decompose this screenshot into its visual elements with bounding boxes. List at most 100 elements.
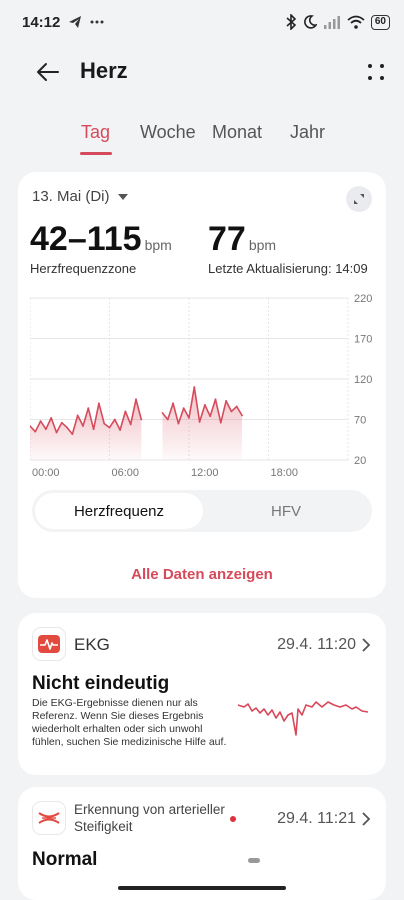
y-tick-label: 170 [354, 334, 372, 346]
data-point [166, 418, 169, 421]
moon-icon [303, 15, 317, 29]
arterial-app-icon [32, 801, 66, 835]
data-point [193, 386, 196, 388]
heart-rate-range: 42–115 bpm [30, 220, 172, 259]
ekg-waveform [237, 701, 369, 736]
artery-icon [38, 812, 60, 824]
segment-hrv[interactable]: HFV [202, 493, 370, 529]
data-point [82, 425, 84, 427]
tab-month[interactable]: Monat [212, 122, 262, 143]
data-point [129, 423, 132, 426]
data-point [76, 414, 79, 417]
ekg-time: 29.4. 11:20 [277, 636, 356, 653]
data-point [198, 421, 201, 423]
range-label: Herzfrequenzzone [30, 261, 137, 276]
expand-chart-button[interactable] [346, 186, 372, 212]
y-tick-label: 20 [354, 455, 366, 467]
chevron-right-icon [362, 638, 371, 652]
range-value: 42–115 [30, 220, 142, 258]
page-title: Herz [80, 58, 128, 83]
data-point [230, 410, 233, 413]
bluetooth-icon [286, 14, 297, 30]
arterial-title: Erkennung von arterieller Steifigkeit [74, 801, 225, 835]
segment-heart-rate[interactable]: Herzfrequenz [35, 493, 203, 529]
data-point [60, 421, 63, 424]
chevron-right-icon [362, 812, 371, 826]
data-point [71, 433, 74, 435]
back-arrow-icon[interactable] [34, 58, 62, 86]
ekg-icon [38, 635, 60, 653]
data-point [66, 426, 68, 429]
range-unit: bpm [144, 237, 172, 253]
date-label: 13. Mai (Di) [32, 188, 110, 205]
y-tick-label: 120 [354, 374, 372, 386]
data-point [108, 426, 111, 429]
data-point [188, 416, 190, 419]
caret-down-icon [117, 193, 128, 200]
battery-indicator: 60 [370, 14, 390, 30]
data-point [92, 428, 95, 431]
expand-icon [354, 194, 364, 204]
data-point [55, 431, 58, 434]
latest-unit: bpm [248, 237, 277, 253]
tab-week[interactable]: Woche [140, 122, 196, 143]
arterial-title-line1: Erkennung von arterieller [74, 802, 225, 817]
ekg-app-icon [32, 627, 66, 661]
data-point [124, 410, 127, 413]
show-all-data-link[interactable]: Alle Daten anzeigen [18, 566, 386, 583]
signal-icon [323, 16, 340, 29]
data-point [241, 414, 243, 417]
data-point [209, 415, 212, 418]
active-tab-indicator [80, 152, 112, 155]
data-point [161, 412, 164, 414]
data-point [177, 422, 180, 425]
latest-heart-rate: 77 bpm [208, 220, 276, 259]
ekg-description: Die EKG-Ergebnisse dienen nur als Refere… [32, 697, 227, 748]
more-options-icon[interactable] [364, 60, 388, 84]
tab-year[interactable]: Jahr [290, 122, 325, 143]
unread-dot [230, 816, 236, 822]
arterial-stiffness-card[interactable]: Erkennung von arterieller Steifigkeit 29… [18, 787, 386, 900]
data-point [119, 429, 121, 431]
arterial-title-line2: Steifigkeit [74, 819, 133, 834]
period-tabs: Tag Woche Monat Jahr [0, 118, 404, 162]
ekg-title: EKG [74, 635, 110, 654]
data-point [182, 407, 185, 410]
series-area [162, 387, 242, 460]
ekg-card[interactable]: EKG 29.4. 11:20 Nicht eindeutig Die EKG-… [18, 613, 386, 775]
telegram-icon [69, 16, 82, 28]
x-tick-label: 18:00 [271, 467, 299, 479]
scroll-indicator [248, 858, 260, 863]
data-point [214, 398, 217, 401]
heart-rate-chart: 220 170 120 70 20 00:00 06:00 12:00 18:00 [30, 293, 372, 479]
data-point [98, 402, 100, 405]
arterial-result: Normal [32, 849, 98, 870]
data-point [50, 416, 53, 419]
app-header: Herz [0, 50, 404, 94]
arterial-time: 29.4. 11:21 [277, 810, 356, 827]
data-point [219, 421, 222, 424]
data-point [103, 422, 106, 425]
status-time: 14:12 [22, 13, 61, 31]
latest-label: Letzte Aktualisierung: 14:09 [208, 261, 368, 276]
data-point [87, 407, 90, 410]
wifi-icon [347, 15, 365, 29]
data-point [39, 420, 42, 423]
x-tick-label: 00:00 [32, 467, 60, 479]
data-point [204, 404, 206, 406]
heart-rate-card: 13. Mai (Di) 42–115 bpm Herzfrequenzzone … [18, 172, 386, 598]
data-point [113, 418, 116, 421]
status-bar: 14:12 60 [0, 0, 404, 44]
data-point [225, 399, 228, 402]
date-selector[interactable]: 13. Mai (Di) [32, 188, 128, 205]
home-indicator[interactable] [118, 886, 286, 890]
data-point [45, 428, 47, 431]
x-tick-label: 06:00 [112, 467, 140, 479]
data-point [135, 398, 137, 401]
latest-value: 77 [208, 220, 246, 258]
y-tick-label: 70 [354, 415, 366, 427]
data-point [140, 418, 143, 421]
ekg-result: Nicht eindeutig [32, 673, 170, 694]
tab-day[interactable]: Tag [81, 122, 110, 143]
more-dots-icon [90, 20, 104, 24]
